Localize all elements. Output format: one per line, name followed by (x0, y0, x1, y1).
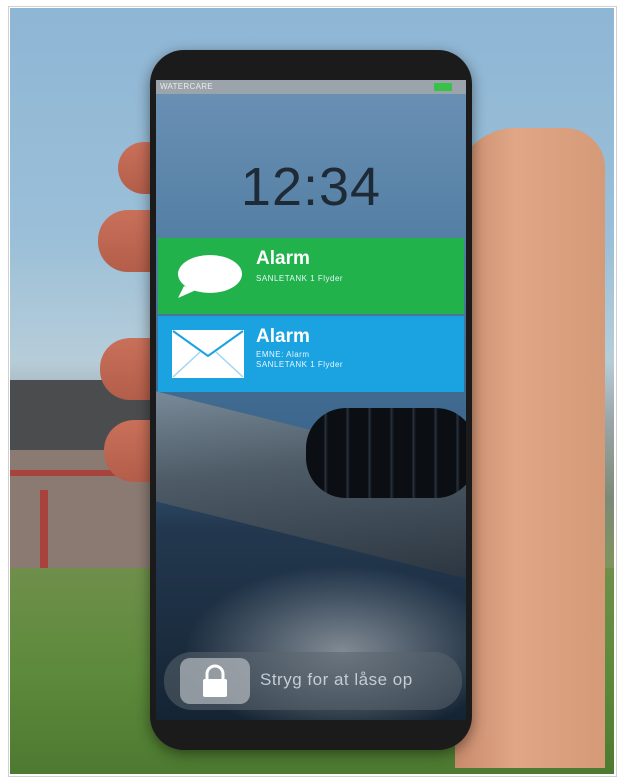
message-bubble-icon (178, 255, 242, 298)
notification-title: Alarm (256, 248, 310, 269)
notification-body: SANLETANK 1 Flyder (256, 274, 344, 283)
status-bar: WATERCARE (156, 80, 466, 94)
notification-title: Alarm (256, 326, 310, 347)
unlock-label: Stryg for at låse op (260, 670, 413, 689)
notification-email[interactable]: Alarm EMNE: Alarm SANLETANK 1 Flyder (158, 316, 464, 392)
lock-screen-clock: 12:34 (240, 157, 382, 217)
ship-tank (306, 408, 466, 498)
slide-to-unlock[interactable]: Stryg for at låse op (164, 652, 462, 710)
lock-icon (203, 664, 227, 697)
envelope-icon (172, 330, 244, 378)
lock-button[interactable] (180, 658, 250, 704)
notification-sms[interactable]: Alarm SANLETANK 1 Flyder (158, 238, 464, 314)
phone-screen[interactable]: WATERCARE 12:34 Alarm SANLETANK 1 Flyder… (156, 80, 466, 720)
hand (455, 128, 605, 768)
battery-icon (434, 83, 452, 91)
notification-subject: EMNE: Alarm (256, 350, 310, 359)
notification-body: SANLETANK 1 Flyder (256, 360, 344, 369)
carrier-label: WATERCARE (160, 82, 213, 91)
